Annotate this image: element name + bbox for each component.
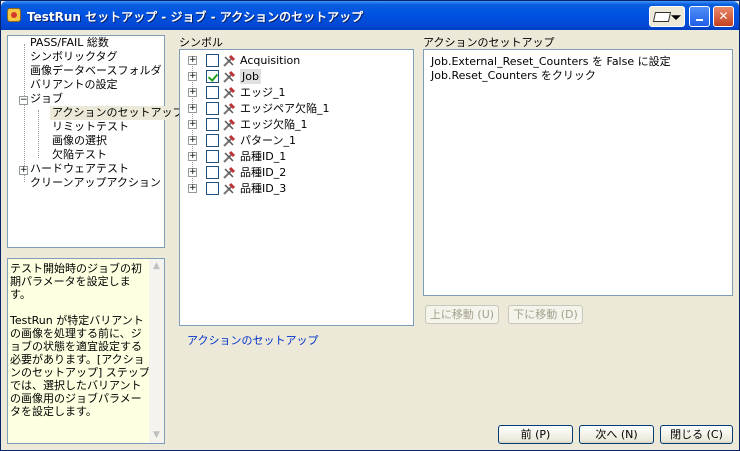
- symbol-checkbox[interactable]: [206, 150, 219, 163]
- symbol-label: エッジ欠陥_1: [240, 118, 308, 131]
- actions-label: アクションのセットアップ: [423, 36, 555, 49]
- scroll-down-icon[interactable]: ▼: [149, 428, 164, 443]
- symbol-checkbox[interactable]: [206, 118, 219, 131]
- symbol-checkbox[interactable]: [206, 182, 219, 195]
- symbol-checkbox[interactable]: [206, 70, 219, 83]
- expander-expand-icon[interactable]: +: [188, 136, 197, 145]
- move-down-button[interactable]: 下に移動 (D): [508, 305, 583, 324]
- move-up-button[interactable]: 上に移動 (U): [425, 305, 499, 324]
- window-menu-button[interactable]: [649, 6, 685, 27]
- expander-expand-icon[interactable]: +: [188, 168, 197, 177]
- symbol-checkbox[interactable]: [206, 54, 219, 67]
- close-window-button[interactable]: ✕: [713, 6, 734, 27]
- expander-expand-icon[interactable]: +: [19, 166, 28, 175]
- app-icon: [7, 8, 21, 22]
- nav-item-variant-settings[interactable]: バリアントの設定: [30, 78, 118, 92]
- nav-item-image-db-folder[interactable]: 画像データベースフォルダ: [30, 64, 161, 78]
- action-item[interactable]: Job.Reset_Counters をクリック: [431, 67, 596, 83]
- help-panel: テスト開始時のジョブの初期パラメータを設定します。 TestRun が特定バリア…: [7, 258, 165, 444]
- nav-item-action-setup[interactable]: アクションのセットアップ: [50, 106, 186, 120]
- symbol-label: エッジペア欠陥_1: [240, 102, 330, 115]
- tools-icon: [223, 166, 236, 179]
- setup-window: TestRun セットアップ - ジョブ - アクションのセットアップ ✕ PA…: [0, 0, 740, 451]
- tools-icon: [223, 182, 236, 195]
- symbol-label: 品種ID_3: [240, 182, 287, 195]
- nav-item-cleanup-action[interactable]: クリーンアップアクション: [30, 176, 161, 190]
- nav-item-symbolic-tags[interactable]: シンボリックタグ: [30, 50, 118, 64]
- symbol-label: パターン_1: [240, 134, 296, 147]
- nav-item-defect-test[interactable]: 欠陥テスト: [52, 148, 107, 162]
- tools-icon: [223, 70, 236, 83]
- symbol-checkbox[interactable]: [206, 86, 219, 99]
- expander-expand-icon[interactable]: +: [188, 104, 197, 113]
- tools-icon: [223, 102, 236, 115]
- symbol-label: Acquisition: [240, 54, 301, 67]
- nav-item-limit-test[interactable]: リミットテスト: [52, 120, 129, 134]
- expander-expand-icon[interactable]: +: [188, 152, 197, 161]
- minimize-button[interactable]: [689, 6, 710, 27]
- symbol-label: 品種ID_2: [240, 166, 287, 179]
- nav-tree: PASS/FAIL 総数 シンボリックタグ 画像データベースフォルダ バリアント…: [7, 35, 186, 248]
- tools-icon: [223, 150, 236, 163]
- actions-list[interactable]: Job.External_Reset_Counters を False に設定 …: [423, 49, 733, 296]
- tree-connector: [38, 110, 39, 158]
- nav-item-image-select[interactable]: 画像の選択: [52, 134, 107, 148]
- expander-expand-icon[interactable]: +: [188, 184, 197, 193]
- action-setup-link[interactable]: アクションのセットアップ: [187, 332, 318, 348]
- tools-icon: [223, 86, 236, 99]
- tools-icon: [223, 134, 236, 147]
- symbol-checkbox[interactable]: [206, 102, 219, 115]
- expander-expand-icon[interactable]: +: [188, 72, 197, 81]
- symbols-label: シンボル: [179, 36, 223, 49]
- nav-item-pass-fail[interactable]: PASS/FAIL 総数: [30, 36, 109, 50]
- close-icon: ✕: [718, 9, 729, 23]
- symbols-tree: + Acquisition + Job + エッジ_1 + エッジペア欠陥_1 …: [179, 49, 414, 326]
- symbol-label: エッジ_1: [240, 86, 286, 99]
- symbol-label: 品種ID_1: [240, 150, 287, 163]
- nav-item-job[interactable]: ジョブ: [30, 92, 63, 106]
- help-text: テスト開始時のジョブの初期パラメータを設定します。 TestRun が特定バリア…: [10, 262, 150, 418]
- window-menu-icon: [652, 12, 672, 22]
- scroll-up-icon[interactable]: ▲: [149, 259, 164, 274]
- tree-connector: [24, 44, 25, 182]
- help-scrollbar[interactable]: ▲ ▼: [149, 259, 164, 443]
- minimize-icon: [696, 19, 703, 21]
- window-title: TestRun セットアップ - ジョブ - アクションのセットアップ: [27, 10, 364, 24]
- next-button[interactable]: 次へ (N): [579, 425, 654, 444]
- symbol-checkbox[interactable]: [206, 134, 219, 147]
- expander-expand-icon[interactable]: +: [188, 88, 197, 97]
- tools-icon: [223, 118, 236, 131]
- expander-expand-icon[interactable]: +: [188, 56, 197, 65]
- symbol-checkbox[interactable]: [206, 166, 219, 179]
- expander-expand-icon[interactable]: +: [188, 120, 197, 129]
- title-bar[interactable]: TestRun セットアップ - ジョブ - アクションのセットアップ ✕: [1, 1, 739, 30]
- close-button[interactable]: 閉じる (C): [660, 425, 733, 444]
- symbol-label: Job: [240, 69, 261, 84]
- back-button[interactable]: 前 (P): [498, 425, 573, 444]
- tools-icon: [223, 54, 236, 67]
- chevron-down-icon: [671, 15, 681, 20]
- nav-item-hardware-test[interactable]: ハードウェアテスト: [30, 162, 129, 176]
- expander-collapse-icon[interactable]: −: [19, 96, 28, 105]
